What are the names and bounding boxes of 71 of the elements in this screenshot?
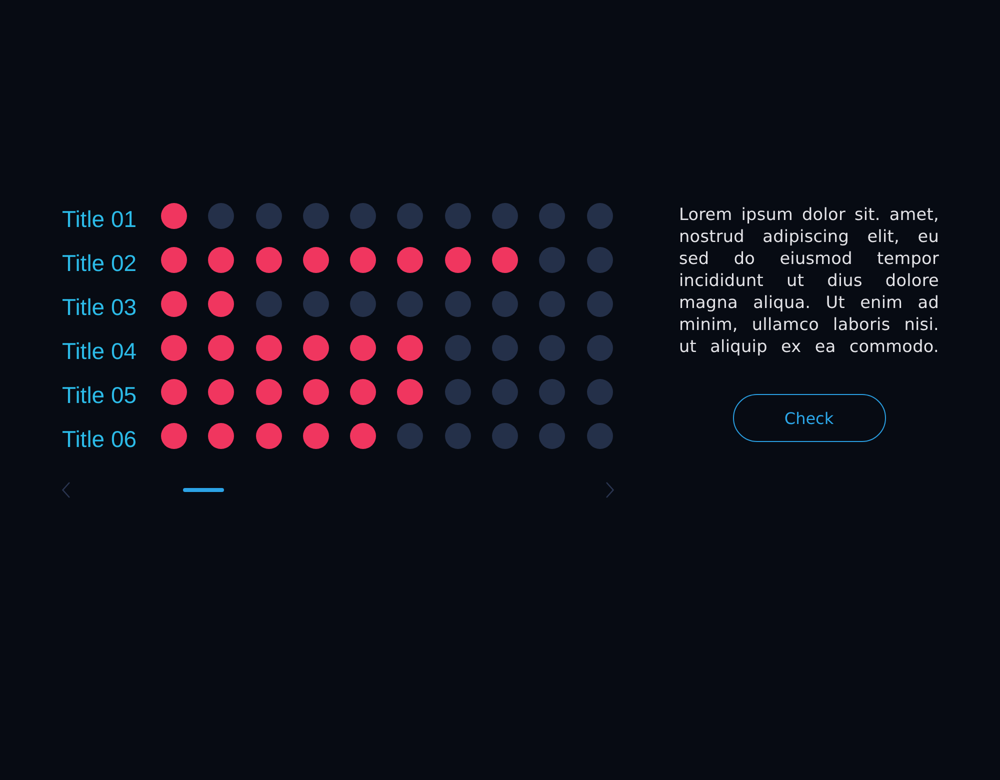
dot-icon: [208, 335, 234, 361]
dot-icon: [397, 379, 424, 405]
row-title: Title 06: [62, 426, 138, 452]
dot-icon: [161, 247, 187, 273]
dot-icon: [350, 291, 376, 317]
dot-icon: [539, 247, 566, 273]
dot-icon: [208, 379, 234, 405]
dot-icon: [208, 203, 234, 229]
dot-icon: [586, 247, 613, 273]
dot-icon: [539, 291, 566, 317]
row-title: Title 04: [62, 338, 138, 364]
dot-icon: [161, 203, 187, 229]
dot-icon: [444, 379, 471, 405]
dot-icon: [492, 291, 518, 317]
row-title: Title 03: [62, 294, 138, 320]
dot-icon: [539, 379, 566, 405]
chevron-right-icon[interactable]: [606, 482, 614, 498]
dot-icon: [302, 379, 329, 405]
check-button[interactable]: Check: [732, 394, 886, 442]
chevron-left-icon[interactable]: [62, 482, 70, 498]
dot-icon: [302, 247, 329, 273]
dot-icon: [256, 247, 282, 273]
dot-icon: [256, 291, 282, 317]
dot-icon: [256, 423, 282, 449]
dot-icon: [208, 423, 234, 449]
dot-icon: [539, 335, 566, 361]
dot-icon: [302, 335, 329, 361]
dot-icon: [492, 247, 518, 273]
dot-icon: [350, 203, 376, 229]
dot-icon: [208, 247, 234, 273]
dot-icon: [539, 203, 566, 229]
dot-icon: [302, 423, 329, 449]
dot-icon: [586, 379, 613, 405]
description-text: Lorem ipsum dolor sit. amet, nostrud adipiscing elit, eu sed do eiusmod tempor incididunt ut dius dolore magna aliqua. Ut enim ad minim, ullamco laboris nisi. ut aliquip ex ea commodo.: [679, 203, 939, 357]
dot-icon: [444, 203, 471, 229]
dot-icon: [492, 423, 518, 449]
dot-icon: [397, 335, 424, 361]
dot-icon: [397, 203, 424, 229]
dot-icon: [350, 335, 376, 361]
dot-icon: [492, 379, 518, 405]
dot-icon: [350, 379, 376, 405]
dot-icon: [586, 291, 613, 317]
dot-icon: [256, 203, 282, 229]
dot-icon: [350, 247, 376, 273]
row-title: Title 02: [62, 250, 138, 276]
dot-icon: [302, 203, 329, 229]
dot-icon: [208, 291, 234, 317]
dot-icon: [586, 335, 613, 361]
dot-icon: [586, 203, 613, 229]
dot-icon: [161, 423, 187, 449]
dot-icon: [444, 247, 471, 273]
dot-icon: [397, 423, 424, 449]
dot-icon: [444, 335, 471, 361]
dot-icon: [397, 247, 424, 273]
dot-icon: [256, 335, 282, 361]
row-title: Title 01: [62, 206, 138, 232]
dot-icon: [492, 203, 518, 229]
dot-icon: [350, 423, 376, 449]
dot-icon: [539, 423, 566, 449]
dot-icon: [586, 423, 613, 449]
dot-icon: [161, 379, 187, 405]
dot-icon: [444, 423, 471, 449]
dot-icon: [492, 335, 518, 361]
scroll-indicator: [183, 488, 224, 492]
dot-icon: [161, 291, 187, 317]
dot-icon: [302, 291, 329, 317]
dot-icon: [444, 291, 471, 317]
dot-icon: [161, 335, 187, 361]
dot-icon: [397, 291, 424, 317]
dot-icon: [256, 379, 282, 405]
row-title: Title 05: [62, 382, 138, 408]
